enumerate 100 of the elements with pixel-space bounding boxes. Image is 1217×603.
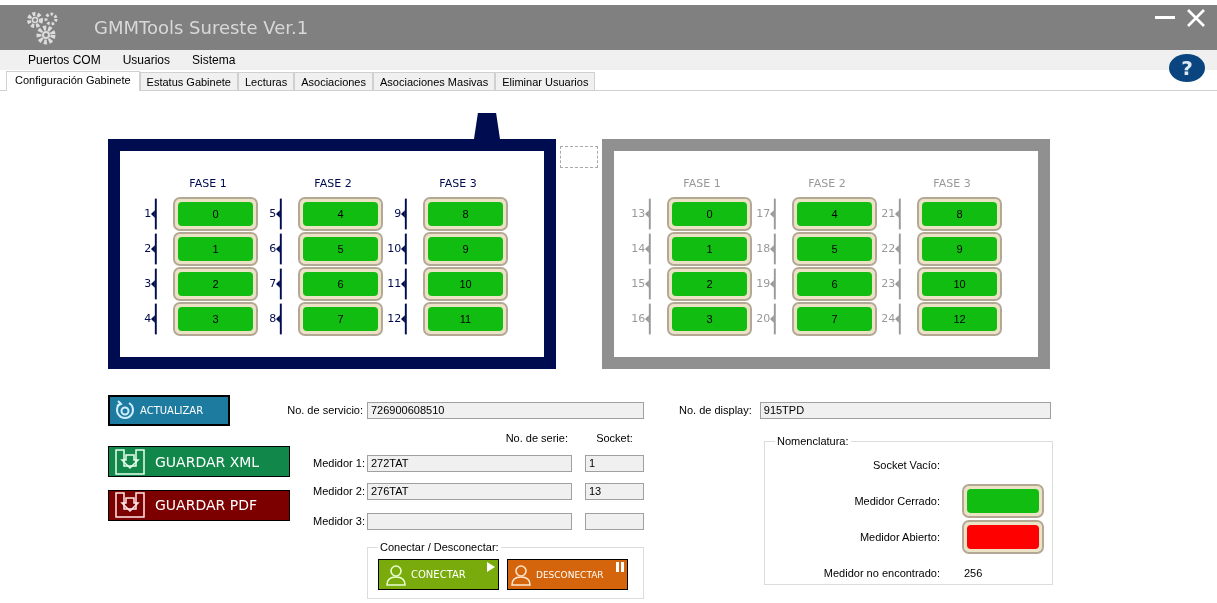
- column-header: Socket:: [596, 432, 633, 444]
- bracket-icon: [895, 302, 902, 335]
- bracket-icon: [895, 232, 902, 265]
- save-pdf-button[interactable]: GUARDAR PDF: [108, 489, 290, 521]
- socket-number: 19: [755, 277, 771, 290]
- meter-number: 9: [462, 242, 469, 255]
- input-field[interactable]: 276TAT: [367, 482, 572, 500]
- meter-number: 3: [212, 312, 219, 325]
- meter[interactable]: 3: [175, 303, 256, 334]
- meter[interactable]: 4: [300, 198, 381, 229]
- socket-number: 17: [755, 207, 771, 220]
- refresh-button[interactable]: ACTUALIZAR: [108, 394, 230, 426]
- tab[interactable]: Estatus Gabinete: [139, 72, 238, 90]
- socket-number: 22: [880, 242, 896, 255]
- socket-number: 9: [393, 207, 402, 220]
- meter[interactable]: 3: [669, 303, 750, 334]
- menu-item[interactable]: Usuarios: [122, 53, 171, 67]
- bracket-icon: [770, 232, 777, 265]
- meter[interactable]: 4: [794, 198, 875, 229]
- meter-number: 7: [337, 312, 344, 325]
- tab[interactable]: Eliminar Usuarios: [495, 72, 596, 90]
- bracket-icon: [895, 267, 902, 300]
- socket-number: 3: [143, 277, 152, 290]
- field-label: Medidor 3:: [313, 515, 365, 527]
- meter[interactable]: 10: [425, 268, 506, 299]
- meter[interactable]: 6: [794, 268, 875, 299]
- menu-item[interactable]: Puertos COM: [28, 53, 101, 67]
- cabinet-panel[interactable]: FASE 1 1 0 2 1 3 2 4 3 FASE 2 5 4 6 5 7 6 8 7 FASE 3 9 8 10 9 11 10 12 11: [108, 139, 556, 369]
- refresh-icon: [114, 399, 136, 421]
- meter-number: 5: [337, 242, 344, 255]
- input-field[interactable]: 13: [585, 482, 644, 500]
- meter[interactable]: 8: [919, 198, 1000, 229]
- socket-number: 4: [143, 312, 152, 325]
- input-field[interactable]: 726900608510: [367, 401, 644, 419]
- socket-number: 10: [386, 242, 402, 255]
- user-icon: [385, 563, 407, 586]
- socket-number: 21: [880, 207, 896, 220]
- meter-number: 0: [212, 207, 219, 220]
- input-field[interactable]: 915TPD: [759, 401, 1051, 419]
- meter[interactable]: 2: [175, 268, 256, 299]
- meter-number: 5: [831, 242, 838, 255]
- bracket-icon: [895, 197, 902, 230]
- save-xml-button[interactable]: GUARDAR XML: [108, 446, 290, 477]
- meter[interactable]: 11: [425, 303, 506, 334]
- meter[interactable]: 9: [919, 233, 1000, 264]
- meter[interactable]: 7: [300, 303, 381, 334]
- meter[interactable]: 8: [425, 198, 506, 229]
- meter-number: 2: [212, 277, 219, 290]
- meter[interactable]: 9: [425, 233, 506, 264]
- meter[interactable]: 5: [794, 233, 875, 264]
- meter-number: 6: [831, 277, 838, 290]
- socket-number: 8: [268, 312, 277, 325]
- socket-number: 23: [880, 277, 896, 290]
- meter-number: 7: [831, 312, 838, 325]
- meter[interactable]: 0: [175, 198, 256, 229]
- input-field[interactable]: 272TAT: [367, 454, 572, 472]
- input-field[interactable]: 1: [585, 454, 644, 472]
- bracket-icon: [151, 267, 158, 300]
- socket-number: 18: [755, 242, 771, 255]
- meter[interactable]: 6: [300, 268, 381, 299]
- meter-number: 3: [706, 312, 713, 325]
- legend-label: Medidor no encontrado:: [822, 567, 940, 579]
- meter[interactable]: 7: [794, 303, 875, 334]
- pause-icon: [616, 562, 624, 572]
- phase-title: FASE 3: [932, 177, 972, 190]
- socket-number: 14: [630, 242, 646, 255]
- legend-label: Medidor Abierto:: [858, 531, 940, 543]
- tab[interactable]: Asociaciones: [294, 72, 373, 90]
- close-icon[interactable]: [1187, 9, 1205, 27]
- socket-number: 24: [880, 312, 896, 325]
- cabinet-panel[interactable]: FASE 1 13 0 14 1 15 2 16 3 FASE 2 17 4 18 5 19 6 20 7 FASE 3 21 8 22 9 23 10 24 12: [602, 139, 1050, 369]
- field-label: No. de display:: [679, 404, 752, 416]
- user-icon: [510, 563, 532, 586]
- meter-number: 4: [831, 207, 838, 220]
- meter[interactable]: 12: [919, 303, 1000, 334]
- socket-number: 11: [386, 277, 402, 290]
- download-icon: [115, 492, 145, 518]
- disconnect-button[interactable]: DESCONECTAR: [507, 559, 628, 590]
- tab[interactable]: Configuración Gabinete: [6, 71, 140, 91]
- input-field[interactable]: [367, 512, 572, 530]
- bracket-icon: [276, 197, 283, 230]
- socket-number: 2: [143, 242, 152, 255]
- meter[interactable]: 10: [919, 268, 1000, 299]
- menu-item[interactable]: Sistema: [192, 53, 236, 67]
- tab[interactable]: Asociaciones Masivas: [373, 72, 496, 90]
- meter[interactable]: 1: [669, 233, 750, 264]
- meter[interactable]: 0: [669, 198, 750, 229]
- field-label: Medidor 1:: [313, 457, 365, 469]
- meter[interactable]: 5: [300, 233, 381, 264]
- input-field[interactable]: [585, 512, 644, 530]
- meter[interactable]: 2: [669, 268, 750, 299]
- bracket-icon: [770, 197, 777, 230]
- help-button[interactable]: ?: [1169, 54, 1205, 82]
- phase-title: FASE 1: [682, 177, 722, 190]
- minimize-icon[interactable]: [1155, 16, 1175, 20]
- tab[interactable]: Lecturas: [237, 72, 295, 90]
- group-title: Nomenclatura:: [776, 435, 850, 447]
- meter[interactable]: 1: [175, 233, 256, 264]
- bracket-icon: [401, 232, 408, 265]
- socket-number: 20: [755, 312, 771, 325]
